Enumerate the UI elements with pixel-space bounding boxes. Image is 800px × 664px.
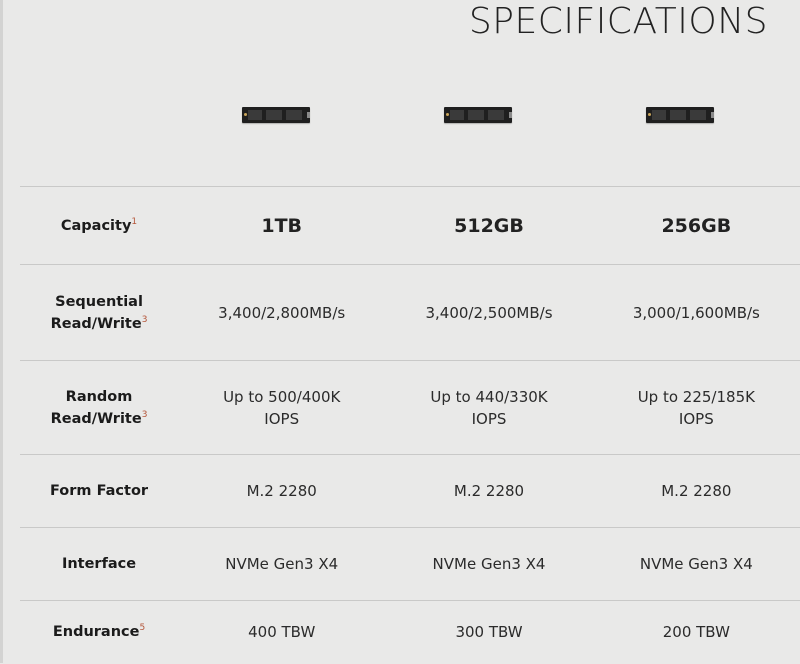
cell-form-factor-3: M.2 2280	[592, 454, 800, 528]
cell-random-2: Up to 440/330K IOPS	[385, 360, 593, 455]
cell-endurance-3: 200 TBW	[592, 600, 800, 664]
cell-endurance-2: 300 TBW	[385, 600, 593, 664]
cell-sequential-3: 3,000/1,600MB/s	[592, 264, 800, 361]
cell-interface-2: NVMe Gen3 X4	[385, 527, 593, 601]
row-label-interface: Interface	[20, 527, 179, 601]
ssd-512gb-image	[444, 107, 512, 123]
footnote-marker: 3	[141, 409, 148, 420]
row-label-sequential: Sequential Read/Write3	[20, 264, 179, 361]
cell-random-3: Up to 225/185K IOPS	[592, 360, 800, 455]
cell-random-1: Up to 500/400K IOPS	[178, 360, 386, 455]
footnote-marker: 3	[141, 314, 148, 325]
product-images-row	[20, 90, 800, 186]
cell-sequential-1: 3,400/2,800MB/s	[178, 264, 386, 361]
cell-form-factor-2: M.2 2280	[385, 454, 593, 528]
footnote-marker: 5	[139, 623, 146, 634]
ssd-256gb-image	[646, 107, 714, 123]
row-label-endurance: Endurance5	[20, 600, 179, 664]
cell-sequential-2: 3,400/2,500MB/s	[385, 264, 593, 361]
table-row-random: Random Read/Write3 Up to 500/400K IOPS Up…	[20, 360, 800, 455]
table-row-endurance: Endurance5 400 TBW 300 TBW 200 TBW	[20, 600, 800, 664]
specifications-table: Capacity1 1TB 512GB 256GB Sequential Read…	[20, 186, 800, 664]
cell-interface-3: NVMe Gen3 X4	[592, 527, 800, 601]
cell-interface-1: NVMe Gen3 X4	[178, 527, 386, 601]
cell-capacity-3: 256GB	[592, 186, 800, 265]
table-row-interface: Interface NVMe Gen3 X4 NVMe Gen3 X4 NVMe…	[20, 527, 800, 601]
ssd-1tb-image	[242, 107, 310, 123]
table-row-sequential: Sequential Read/Write3 3,400/2,800MB/s 3,…	[20, 264, 800, 361]
cell-capacity-1: 1TB	[178, 186, 386, 265]
left-edge-strip	[0, 0, 3, 663]
cell-endurance-1: 400 TBW	[178, 600, 386, 664]
footnote-marker: 1	[131, 216, 138, 227]
table-row-capacity: Capacity1 1TB 512GB 256GB	[20, 186, 800, 265]
cell-capacity-2: 512GB	[385, 186, 593, 265]
row-label-capacity: Capacity1	[20, 186, 179, 265]
cell-form-factor-1: M.2 2280	[178, 454, 386, 528]
page-title: SPECIFICATIONS	[468, 1, 768, 42]
table-row-form-factor: Form Factor M.2 2280 M.2 2280 M.2 2280	[20, 454, 800, 528]
row-label-random: Random Read/Write3	[20, 360, 179, 455]
row-label-form-factor: Form Factor	[20, 454, 179, 528]
